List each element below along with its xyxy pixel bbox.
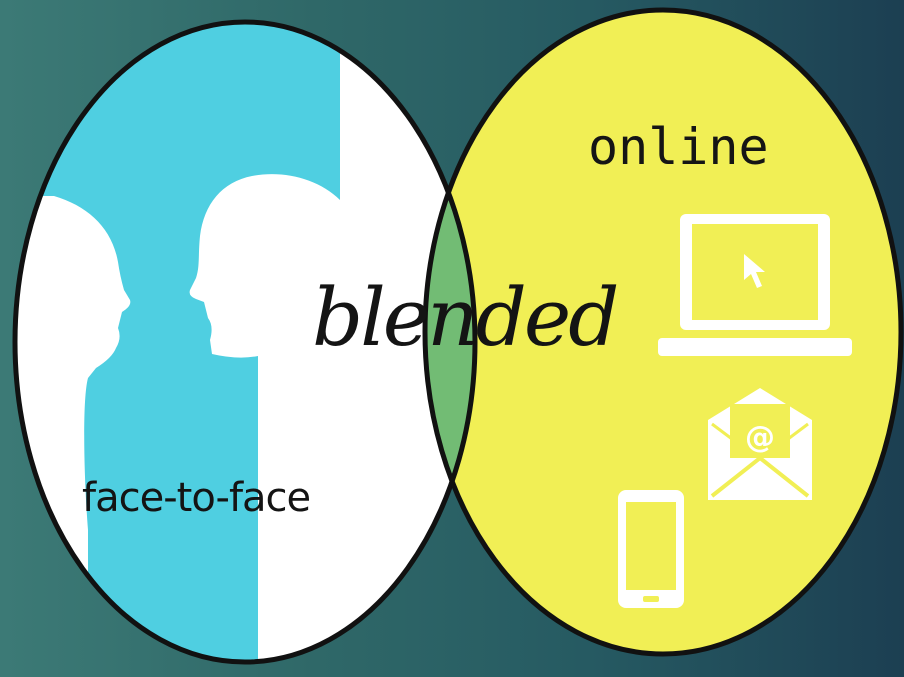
venn-diagram: @ online blended face-to-face	[0, 0, 904, 677]
svg-text:@: @	[745, 420, 775, 455]
smartphone-icon	[618, 490, 684, 608]
online-label: online	[588, 118, 769, 176]
face-to-face-label: face-to-face	[82, 475, 311, 521]
blended-label: blended	[312, 271, 619, 364]
